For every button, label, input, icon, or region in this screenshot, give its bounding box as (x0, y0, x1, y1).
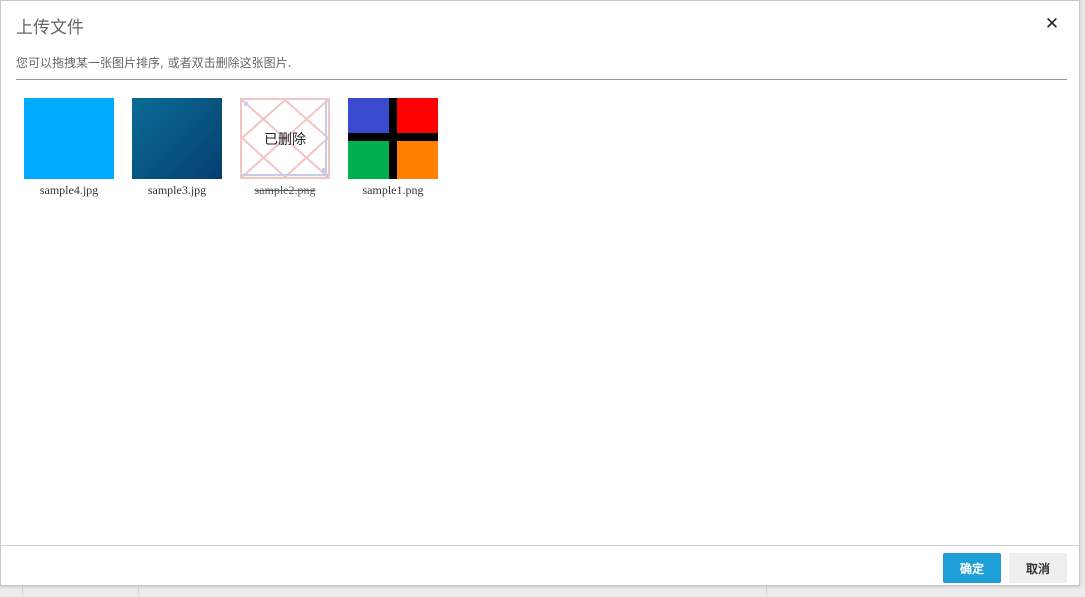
close-icon[interactable]: ✕ (1042, 13, 1062, 35)
background-divider (138, 586, 139, 597)
image-thumb-sample3[interactable]: sample3.jpg (132, 98, 222, 198)
divider (16, 79, 1067, 80)
quadrant-green (348, 141, 389, 179)
quadrant-orange (397, 141, 438, 179)
image-thumb-sample4[interactable]: sample4.jpg (24, 98, 114, 198)
image-thumb-sample2[interactable]: 已删除 sample2.png (240, 98, 330, 198)
image-preview[interactable] (348, 98, 438, 179)
cancel-button[interactable]: 取消 (1009, 553, 1067, 583)
image-thumb-sample1[interactable]: sample1.png (348, 98, 438, 198)
quadrant-red (397, 98, 438, 133)
image-preview[interactable] (132, 98, 222, 179)
image-filename: sample2.png (254, 183, 316, 197)
footer-divider (1, 545, 1079, 546)
background-strip (0, 586, 1085, 597)
deleted-label: 已删除 (264, 131, 306, 148)
image-filename: sample1.png (362, 183, 424, 197)
image-filename: sample3.jpg (147, 183, 207, 197)
image-preview[interactable] (24, 98, 114, 179)
dialog-hint: 您可以拖拽某一张图片排序, 或者双击删除这张图片. (16, 56, 292, 70)
upload-dialog: 上传文件 ✕ 您可以拖拽某一张图片排序, 或者双击删除这张图片. sample4… (0, 0, 1080, 586)
background-divider (766, 586, 767, 597)
background-divider (22, 586, 23, 597)
dialog-title: 上传文件 (16, 18, 84, 38)
confirm-button[interactable]: 确定 (943, 553, 1001, 583)
quadrant-blue (348, 98, 389, 133)
deleted-image-placeholder[interactable]: 已删除 (240, 98, 330, 179)
image-filename: sample4.jpg (39, 183, 99, 197)
